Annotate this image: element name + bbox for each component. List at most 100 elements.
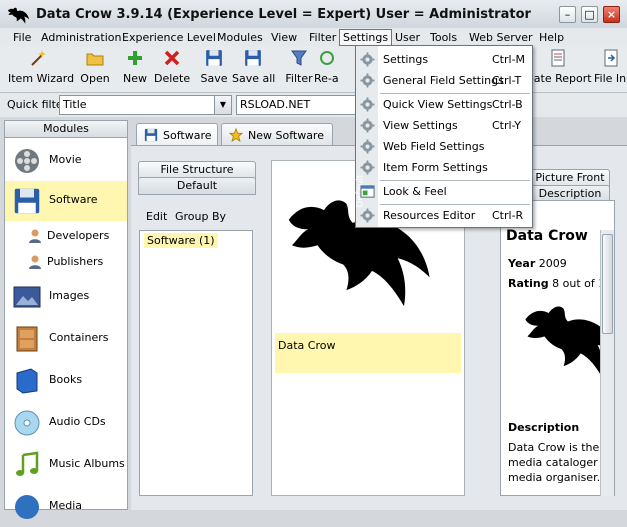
tree-item-software[interactable]: Software (1)	[144, 233, 218, 248]
save-button[interactable]: Save	[200, 49, 228, 85]
menu-tools[interactable]: Tools	[427, 30, 460, 45]
menu-item-look-and-feel[interactable]: Look & Feel	[356, 181, 532, 202]
floppy-disk-icon	[144, 128, 158, 142]
item-card-title: Data Crow	[275, 333, 461, 373]
menu-modules[interactable]: Modules	[214, 30, 266, 45]
delete-button[interactable]: Delete	[154, 49, 190, 85]
menu-item-label: Settings	[383, 53, 429, 66]
menu-item-quick-view-settings[interactable]: Quick View Settings Ctrl-B	[356, 94, 532, 115]
tab-label: New Software	[248, 129, 324, 142]
tab-default[interactable]: Default	[138, 177, 256, 195]
create-report-button[interactable]: eate Report	[527, 49, 592, 85]
module-media[interactable]: Media	[5, 487, 127, 527]
report-icon	[551, 49, 565, 67]
menu-administration[interactable]: Administration	[38, 30, 125, 45]
save-all-label: Save all	[232, 72, 276, 85]
quick-filter-field-select[interactable]: Title ▼	[59, 95, 232, 115]
delete-label: Delete	[154, 72, 191, 85]
tab-new-software[interactable]: New Software	[221, 123, 333, 146]
menu-filter[interactable]: Filter	[306, 30, 339, 45]
scrollbar-thumb[interactable]	[602, 234, 613, 334]
menu-item-item-form-settings[interactable]: Item Form Settings	[356, 157, 532, 178]
module-label: Books	[49, 373, 83, 386]
save-label: Save	[200, 72, 228, 85]
module-label: Movie	[49, 153, 82, 166]
open-label: Open	[80, 72, 110, 85]
save-all-button[interactable]: Save all	[232, 49, 276, 85]
menu-item-general-field-settings[interactable]: General Field Settings Ctrl-T	[356, 70, 532, 91]
file-import-button[interactable]: File In	[594, 49, 627, 85]
floppy-stack-icon	[244, 49, 262, 67]
menu-item-web-field-settings[interactable]: Web Field Settings	[356, 136, 532, 157]
window-title: Data Crow 3.9.14 (Experience Level = Exp…	[36, 7, 531, 22]
wand-icon	[31, 50, 46, 66]
menu-view[interactable]: View	[268, 30, 300, 45]
sub-item-label: Developers	[47, 229, 110, 242]
menu-file[interactable]: File	[10, 30, 34, 45]
minimize-icon[interactable]: –	[559, 6, 576, 23]
cabinet-icon	[16, 326, 38, 352]
person-icon	[27, 254, 43, 270]
new-label: New	[123, 72, 147, 85]
module-software-publishers[interactable]: Publishers	[25, 251, 125, 273]
module-containers[interactable]: Containers	[5, 319, 127, 359]
menu-item-label: Look & Feel	[383, 185, 447, 198]
menu-item-label: General Field Settings	[383, 74, 504, 87]
modules-panel: Modules Movie Software Developers Publis…	[4, 120, 128, 519]
module-images[interactable]: Images	[5, 277, 127, 317]
description-label: Description	[508, 421, 580, 434]
gear-icon	[360, 208, 375, 223]
re-apply-button[interactable]: Re-a	[314, 49, 340, 85]
module-audio-cds[interactable]: Audio CDs	[5, 403, 127, 443]
item-wizard-button[interactable]: Item Wizard	[8, 49, 75, 85]
year-value: 2009	[538, 257, 567, 270]
module-label: Media	[49, 499, 83, 512]
chevron-down-icon[interactable]: ▼	[214, 96, 231, 114]
menu-settings[interactable]: Settings	[339, 29, 393, 46]
menu-web-server[interactable]: Web Server	[466, 30, 536, 45]
picture-icon	[13, 286, 41, 308]
maximize-icon[interactable]: □	[581, 6, 598, 23]
filter-button[interactable]: Filter	[284, 49, 314, 85]
new-button[interactable]: New	[120, 49, 150, 85]
menu-item-shortcut: Ctrl-T	[492, 74, 522, 87]
menu-item-view-settings[interactable]: View Settings Ctrl-Y	[356, 115, 532, 136]
module-books[interactable]: Books	[5, 361, 127, 401]
menu-item-shortcut: Ctrl-R	[492, 209, 524, 222]
person-icon	[27, 228, 43, 244]
gear-icon	[360, 52, 375, 67]
close-icon[interactable]: ×	[603, 6, 620, 23]
open-button[interactable]: Open	[78, 49, 112, 85]
title-bar: Data Crow 3.9.14 (Experience Level = Exp…	[0, 0, 627, 30]
module-software[interactable]: Software	[5, 181, 127, 221]
year-row: Year 2009	[508, 257, 567, 270]
floppy-disk-icon	[13, 187, 41, 215]
edit-menu[interactable]: Edit	[146, 210, 167, 223]
crow-logo-icon	[6, 5, 30, 25]
menu-user[interactable]: User	[392, 30, 423, 45]
gear-icon	[360, 73, 375, 88]
menu-item-settings[interactable]: Settings Ctrl-M	[356, 49, 532, 70]
module-software-developers[interactable]: Developers	[25, 225, 125, 247]
sub-item-label: Publishers	[47, 255, 104, 268]
module-music-albums[interactable]: Music Albums	[5, 445, 127, 485]
menu-experience-level[interactable]: Experience Level	[119, 30, 219, 45]
module-movie[interactable]: Movie	[5, 141, 127, 181]
item-wizard-label: Item Wizard	[8, 72, 75, 85]
refresh-icon	[320, 51, 334, 65]
menu-item-shortcut: Ctrl-B	[492, 98, 523, 111]
menu-item-label: Resources Editor	[383, 209, 476, 222]
quick-filter-input[interactable]: RSLOAD.NET	[236, 95, 356, 115]
description-line: media organiser. A	[508, 471, 612, 484]
menu-item-resources-editor[interactable]: Resources Editor Ctrl-R	[356, 205, 532, 226]
music-note-icon	[16, 451, 39, 476]
settings-menu: Default Settings Ctrl-M General Field Se…	[355, 45, 533, 228]
gear-icon	[360, 139, 375, 154]
book-icon	[16, 368, 38, 394]
tab-label: Software	[163, 129, 212, 142]
quick-view-scrollbar[interactable]	[600, 230, 614, 496]
tab-software[interactable]: Software	[136, 123, 218, 146]
group-by-menu[interactable]: Group By	[175, 210, 226, 223]
menu-help[interactable]: Help	[536, 30, 567, 45]
menu-item-shortcut: Ctrl-Y	[492, 119, 521, 132]
